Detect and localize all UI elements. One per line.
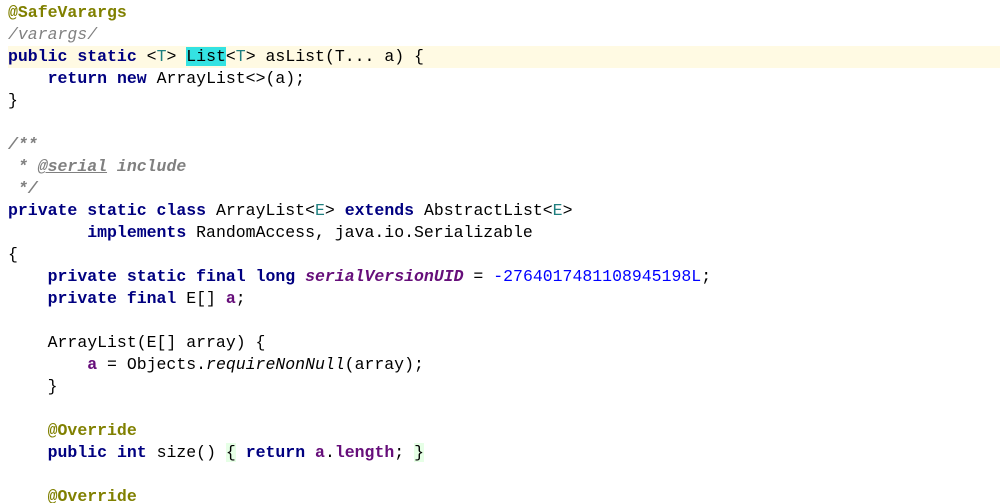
code-line: } — [8, 91, 18, 110]
code-line: { — [8, 245, 18, 264]
doc-comment: */ — [8, 179, 38, 198]
code-line: a = Objects.requireNonNull(array); — [8, 355, 424, 374]
doc-tag: @serial — [38, 157, 107, 176]
doc-comment: * — [8, 157, 38, 176]
comment: /varargs/ — [8, 25, 97, 44]
keyword: extends — [345, 201, 414, 220]
punct: < — [147, 47, 157, 66]
code-line: ArrayList(E[] array) { — [8, 333, 265, 352]
keyword: final — [196, 267, 246, 286]
code-line: @Override — [8, 421, 137, 440]
doc-comment: include — [107, 157, 186, 176]
punct: > — [563, 201, 573, 220]
punct: (array); — [345, 355, 424, 374]
field: a — [226, 289, 236, 308]
punct: > — [166, 47, 176, 66]
field: length — [335, 443, 394, 462]
keyword: long — [256, 267, 296, 286]
code-line: @Override — [8, 487, 137, 503]
doc-comment: /** — [8, 135, 38, 154]
keyword: static — [127, 267, 186, 286]
keyword: return — [246, 443, 305, 462]
keyword: private — [48, 289, 117, 308]
code-line: private static final long serialVersionU… — [8, 267, 711, 286]
punct: (T... a) { — [325, 47, 424, 66]
type-name: RandomAccess, java.io.Serializable — [196, 223, 533, 242]
punct: . — [325, 443, 335, 462]
punct: } — [8, 91, 18, 110]
constructor: ArrayList(E[] array) { — [48, 333, 266, 352]
code-editor[interactable]: @SafeVarargs /varargs/ public static <T>… — [0, 0, 1000, 503]
punct: } — [48, 377, 58, 396]
generic-param: T — [157, 47, 167, 66]
field: a — [87, 355, 97, 374]
code-line: @SafeVarargs — [8, 3, 127, 22]
punct: < — [226, 47, 236, 66]
method-name: asList — [266, 47, 325, 66]
code-line: public int size() { return a.length; } — [8, 443, 424, 462]
method-name: size — [157, 443, 197, 462]
field: a — [315, 443, 325, 462]
code-line: /** — [8, 135, 38, 154]
code-line: private final E[] a; — [8, 289, 246, 308]
annotation: @Override — [48, 421, 137, 440]
generic-param: T — [236, 47, 246, 66]
keyword: final — [127, 289, 177, 308]
number: -2764017481108945198L — [493, 267, 701, 286]
highlighted-line: public static <T> List<T> asList(T... a)… — [8, 46, 1000, 68]
punct: > — [325, 201, 335, 220]
type-name: ArrayList — [216, 201, 305, 220]
punct: < — [543, 201, 553, 220]
keyword: return — [48, 69, 107, 88]
keyword: private — [48, 267, 117, 286]
code-line: * @serial include — [8, 157, 186, 176]
punct: = Objects. — [97, 355, 206, 374]
code-line: /varargs/ — [8, 25, 97, 44]
keyword: static — [87, 201, 146, 220]
punct: ; — [236, 289, 246, 308]
keyword: int — [117, 443, 147, 462]
annotation: @SafeVarargs — [8, 3, 127, 22]
punct: () — [196, 443, 226, 462]
field: serialVersionUID — [305, 267, 463, 286]
keyword: private — [8, 201, 77, 220]
punct: < — [305, 201, 315, 220]
code-line: return new ArrayList<>(a); — [8, 69, 305, 88]
punct: { — [8, 245, 18, 264]
generic-param: E — [553, 201, 563, 220]
generic-param: E — [315, 201, 325, 220]
keyword: new — [117, 69, 147, 88]
punct: > — [246, 47, 256, 66]
type-name: E[] — [186, 289, 216, 308]
caret-selection: List — [186, 47, 226, 66]
type-name: AbstractList — [424, 201, 543, 220]
punct: ArrayList<>(a); — [157, 69, 306, 88]
code-line: implements RandomAccess, java.io.Seriali… — [8, 223, 533, 242]
annotation: @Override — [48, 487, 137, 503]
brace: } — [414, 443, 424, 462]
brace: { — [226, 443, 236, 462]
keyword: class — [157, 201, 207, 220]
keyword: public — [8, 47, 67, 66]
code-line: } — [8, 377, 58, 396]
punct: ; — [394, 443, 414, 462]
keyword: static — [77, 47, 136, 66]
method-call: requireNonNull — [206, 355, 345, 374]
code-line: */ — [8, 179, 38, 198]
punct: ; — [701, 267, 711, 286]
code-line: private static class ArrayList<E> extend… — [8, 201, 572, 220]
keyword: public — [48, 443, 107, 462]
punct: = — [464, 267, 494, 286]
keyword: implements — [87, 223, 186, 242]
